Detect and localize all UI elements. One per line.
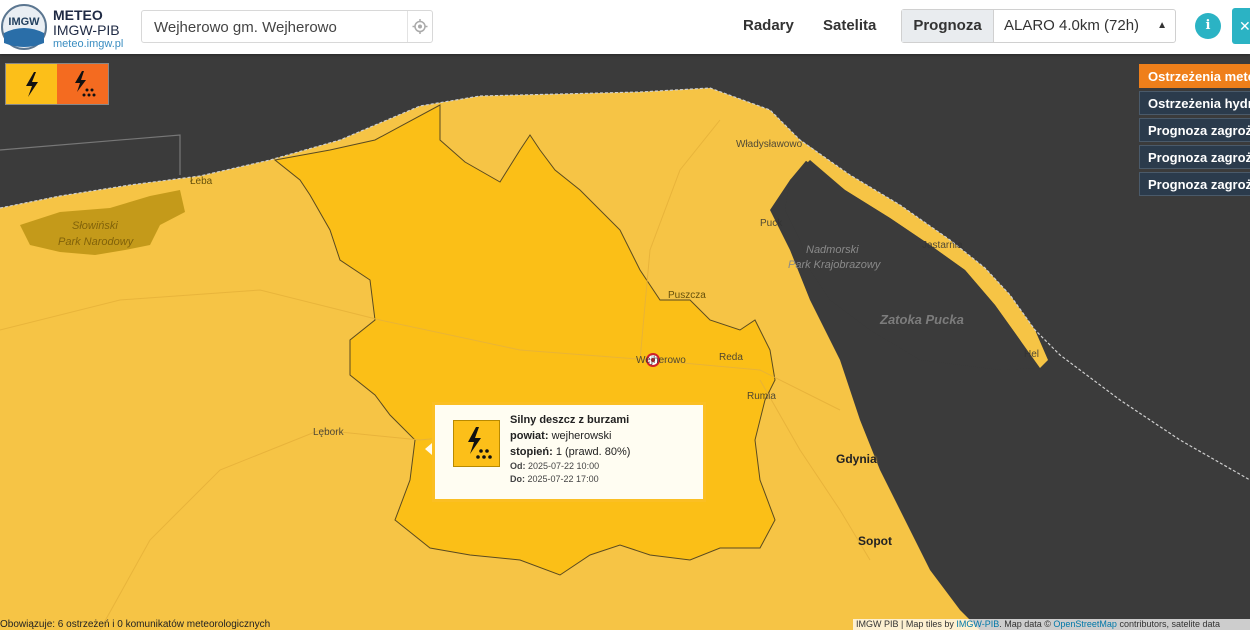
lightning-rain-icon xyxy=(468,427,492,459)
popup-arrow xyxy=(425,443,432,455)
brand[interactable]: METEO IMGW-PIB meteo.imgw.pl xyxy=(53,8,123,50)
warning-popup[interactable]: Silny deszcz z burzami powiat: wejherows… xyxy=(432,402,706,502)
label-gdynia: Gdynia xyxy=(836,452,877,466)
imgw-logo[interactable]: IMGW xyxy=(0,3,48,51)
close-icon: ✕ xyxy=(1239,18,1250,34)
location-search xyxy=(141,10,433,43)
warning-title: Silny deszcz z burzami xyxy=(510,414,630,426)
warning-powiat: powiat: wejherowski xyxy=(510,430,612,442)
prognoza-button[interactable]: Prognoza xyxy=(902,10,994,42)
lightning-rain-icon xyxy=(75,71,96,97)
label-zatoka-pucka: Zatoka Pucka xyxy=(880,312,964,327)
logo-text: IMGW xyxy=(8,16,40,28)
warning-to: Do: 2025-07-22 17:00 xyxy=(510,474,599,484)
forecast-model-group: Prognoza ALARO 4.0km (72h) ▲ xyxy=(901,9,1176,43)
label-hel: Hel xyxy=(1024,349,1040,360)
thunder-rain-layer-button[interactable] xyxy=(57,64,108,104)
label-wejherowo: Wejherowo xyxy=(636,355,686,366)
tab-hydro-warnings[interactable]: Ostrzeżenia hydrologiczne xyxy=(1139,91,1250,115)
status-text[interactable]: Obowiązuje: 6 ostrzeżeń i 0 komunikatów … xyxy=(0,619,270,630)
label-puszcza: Puszcza xyxy=(668,290,706,301)
tab-threat-forecast-3[interactable]: Prognoza zagrożeń xyxy=(1139,172,1250,196)
warning-level: stopień: 1 (prawd. 80%) xyxy=(510,446,631,458)
label-slowinski: Słowiński xyxy=(72,220,118,232)
label-nadmorski: Nadmorski xyxy=(806,244,859,256)
map-canvas[interactable] xyxy=(0,0,1250,630)
app-root: Łeba Słowiński Park Narodowy Władysławow… xyxy=(0,0,1250,630)
lightning-icon xyxy=(26,72,38,97)
crosshair-icon xyxy=(412,19,428,34)
label-park-krajobrazowy: Park Krajobrazowy xyxy=(788,259,881,271)
warning-from: Od: 2025-07-22 10:00 xyxy=(510,461,600,471)
map-view[interactable]: Łeba Słowiński Park Narodowy Władysławow… xyxy=(0,0,1250,630)
label-reda: Reda xyxy=(719,352,743,363)
nav-satelita[interactable]: Satelita xyxy=(823,17,876,34)
label-sopot: Sopot xyxy=(858,534,892,548)
map-attribution: IMGW PIB | Map tiles by IMGW-PIB. Map da… xyxy=(853,619,1250,630)
label-puck: Puck xyxy=(760,218,783,229)
model-select[interactable]: ALARO 4.0km (72h) ▲ xyxy=(994,10,1175,42)
select-caret-icon: ▲ xyxy=(1157,20,1167,31)
model-select-value: ALARO 4.0km (72h) xyxy=(1004,17,1140,34)
brand-url: meteo.imgw.pl xyxy=(53,38,124,50)
info-button[interactable]: i xyxy=(1195,13,1221,39)
menu-toggle-button[interactable]: ✕ xyxy=(1232,8,1250,44)
osm-link[interactable]: OpenStreetMap xyxy=(1053,619,1117,629)
warning-layer-toggle xyxy=(5,63,109,105)
tab-threat-forecast-2[interactable]: Prognoza zagrożeń xyxy=(1139,145,1250,169)
label-jastarnia: Jastarnia xyxy=(922,240,963,251)
label-wladyslawowo: Władysławowo xyxy=(736,139,803,150)
search-input[interactable] xyxy=(152,18,406,37)
warnings-panel: Ostrzeżenia meteorologiczne Ostrzeżenia … xyxy=(1139,64,1250,199)
warning-details: Silny deszcz z burzami powiat: wejherows… xyxy=(510,412,630,486)
label-park-narodowy: Park Narodowy xyxy=(58,236,134,248)
tab-meteo-warnings[interactable]: Ostrzeżenia meteorologiczne xyxy=(1139,64,1250,88)
locate-button[interactable] xyxy=(407,11,432,42)
warning-type-icon xyxy=(453,420,500,467)
label-lebork: Lębork xyxy=(313,427,344,438)
nav-radary[interactable]: Radary xyxy=(743,17,794,34)
thunder-layer-button[interactable] xyxy=(6,64,57,104)
imgw-link[interactable]: IMGW-PIB xyxy=(956,619,999,629)
brand-title: METEO xyxy=(53,7,103,23)
top-header: IMGW METEO IMGW-PIB meteo.imgw.pl Radary… xyxy=(0,0,1250,54)
label-rumia: Rumia xyxy=(747,391,776,402)
tab-threat-forecast-1[interactable]: Prognoza zagrożeń xyxy=(1139,118,1250,142)
label-leba: Łeba xyxy=(190,176,213,187)
brand-subtitle: IMGW-PIB xyxy=(53,22,120,38)
